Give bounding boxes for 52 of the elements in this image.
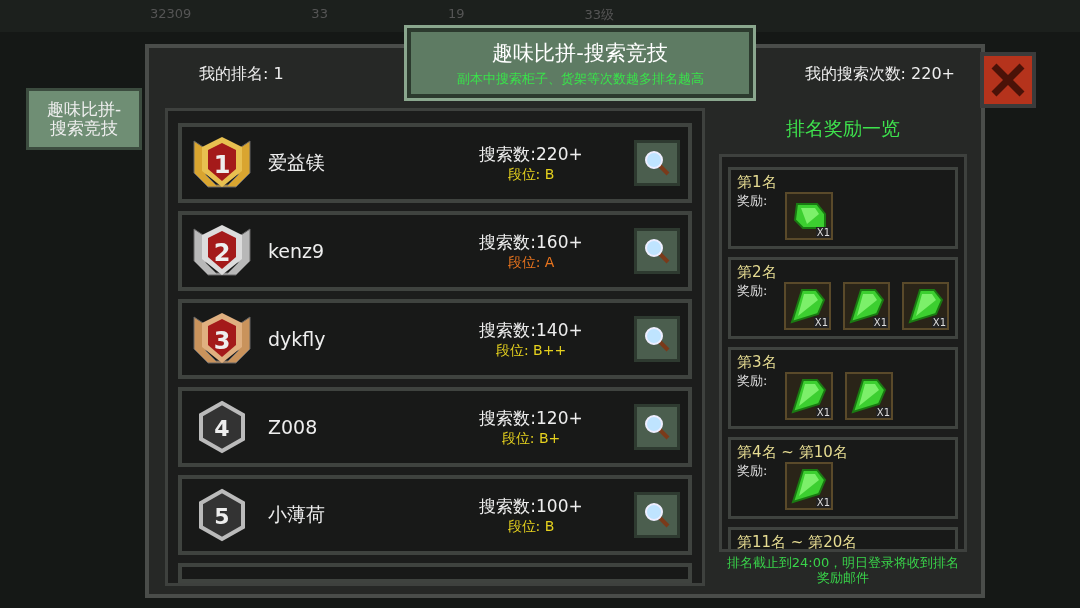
item-count: X1: [813, 317, 830, 328]
status-text: 19: [447, 6, 465, 23]
player-name: 爱益镁: [268, 150, 326, 175]
item-count: X1: [872, 317, 889, 328]
search-count: 搜索数:220+: [479, 142, 583, 166]
search-count: 搜索数:120+: [479, 406, 583, 430]
search-icon: [642, 148, 672, 178]
search-icon: [642, 412, 672, 442]
reward-label: 奖励:: [737, 372, 769, 390]
view-button[interactable]: [634, 228, 680, 274]
search-icon: [642, 324, 672, 354]
player-name: 小薄荷: [268, 502, 326, 527]
view-button[interactable]: [634, 404, 680, 450]
item-count: X1: [875, 407, 891, 418]
search-count: 搜索数:100+: [479, 494, 583, 518]
tier-label: 段位: B: [507, 517, 555, 536]
reward-label: 奖励:: [737, 192, 769, 210]
place-label: 第3名: [737, 353, 778, 372]
search-count: 搜索数:160+: [479, 230, 583, 254]
tier-label: 段位: A: [507, 253, 555, 272]
rewards-heading: 排名奖励一览: [786, 116, 900, 141]
search-icon: [642, 500, 672, 530]
tier-label: 段位: B++: [495, 341, 567, 360]
my-rank: 我的排名: 1: [199, 64, 284, 85]
place-label: 第2名: [737, 263, 778, 282]
player-name: Z008: [268, 416, 319, 438]
status-text: 32309: [150, 6, 192, 23]
item-count: X1: [815, 497, 831, 508]
item-count: X1: [815, 227, 831, 238]
status-text: 33: [311, 6, 328, 23]
tier-label: 段位: B+: [501, 429, 561, 448]
footer-note: 排名截止到24:00，明日登录将收到排名奖励邮件: [725, 556, 961, 586]
dialog-subtitle: 副本中搜索柜子、货架等次数越多排名越高: [456, 69, 704, 88]
search-icon: [642, 236, 672, 266]
close-button[interactable]: [980, 52, 1036, 108]
player-name: kenz9: [268, 240, 326, 262]
reward-label: 奖励:: [737, 282, 769, 300]
place-label: 第1名: [737, 173, 778, 192]
search-count: 搜索数:140+: [479, 318, 583, 342]
place-label: 第11名 ~ 第20名: [737, 533, 859, 550]
reward-label: 奖励:: [737, 462, 769, 480]
item-count: X1: [931, 317, 947, 328]
dialog-title: 趣味比拼-搜索竞技: [492, 39, 668, 67]
item-count: X1: [815, 407, 831, 418]
place-label: 第4名 ~ 第10名: [737, 443, 849, 462]
side-tab[interactable]: 趣味比拼-搜索竞技: [26, 88, 142, 150]
view-button[interactable]: [634, 492, 680, 538]
my-search-count: 我的搜索次数: 220+: [804, 64, 955, 85]
tier-label: 段位: B: [507, 165, 555, 184]
player-name: dykfly: [268, 328, 327, 350]
view-button[interactable]: [634, 140, 680, 186]
view-button[interactable]: [634, 316, 680, 362]
